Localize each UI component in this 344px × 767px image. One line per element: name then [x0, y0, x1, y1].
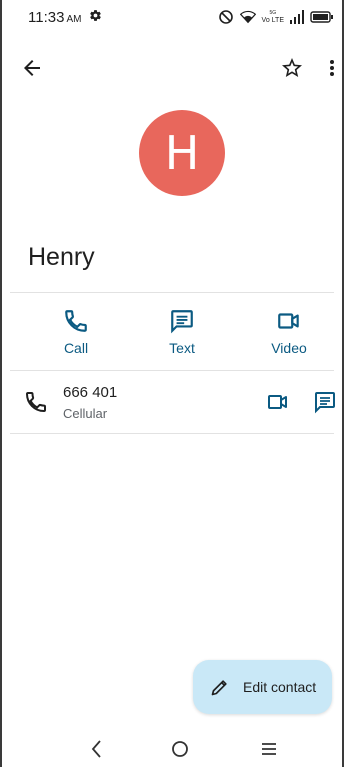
phone-type: Cellular — [63, 406, 108, 421]
nav-home-button[interactable] — [170, 739, 190, 759]
status-time-ampm: AM — [66, 13, 82, 25]
wifi-icon — [239, 10, 256, 24]
videocam-icon — [278, 313, 299, 329]
status-time: 11:33 AM — [28, 9, 81, 26]
call-action-button[interactable]: Call — [36, 308, 116, 356]
phone-icon — [65, 310, 87, 332]
video-action-label: Video — [271, 340, 307, 356]
message-icon — [171, 310, 193, 334]
network-label: Vo LTE — [261, 17, 284, 24]
phone-message-button[interactable] — [313, 390, 337, 414]
do-not-disturb-icon — [218, 9, 234, 25]
status-left: 11:33 AM — [28, 9, 102, 26]
text-action-button[interactable]: Text — [142, 308, 222, 356]
phone-entry-row[interactable]: 666 401 Cellular — [0, 372, 344, 432]
network-type-label: 5G Vo LTE — [262, 10, 284, 24]
avatar: H — [139, 110, 225, 196]
message-icon — [315, 392, 335, 414]
contact-name: Henry — [28, 243, 95, 271]
phone-icon — [25, 392, 46, 413]
more-options-button[interactable] — [322, 56, 342, 80]
app-bar — [0, 48, 344, 88]
pencil-icon — [211, 680, 227, 696]
nav-back-button[interactable] — [88, 738, 106, 760]
arrow-left-icon — [24, 60, 40, 76]
videocam-icon — [268, 395, 287, 409]
status-time-value: 11:33 — [28, 8, 65, 26]
favorite-button[interactable] — [280, 56, 304, 80]
star-outline-icon — [282, 58, 302, 77]
signal-icon — [290, 10, 304, 24]
phone-video-call-button[interactable] — [266, 390, 290, 414]
text-action-label: Text — [169, 340, 195, 356]
menu-lines-icon — [262, 743, 276, 755]
chevron-left-icon — [91, 740, 101, 758]
battery-icon — [310, 11, 334, 23]
nav-recents-button[interactable] — [259, 741, 279, 757]
status-bar: 11:33 AM 5G Vo LTE — [0, 0, 344, 34]
back-button[interactable] — [20, 56, 44, 80]
video-action-button[interactable]: Video — [249, 308, 329, 356]
divider-bottom — [10, 433, 334, 434]
circle-home-icon — [172, 741, 188, 757]
edit-contact-label: Edit contact — [243, 679, 317, 695]
settings-gear-icon — [89, 9, 102, 26]
call-action-label: Call — [63, 340, 89, 356]
phone-number: 666 401 — [63, 384, 118, 401]
network-speed: 5G — [269, 10, 277, 16]
divider-middle — [10, 370, 334, 371]
system-nav-bar — [0, 730, 344, 767]
status-right: 5G Vo LTE — [218, 9, 334, 25]
divider-top — [10, 292, 334, 293]
edit-contact-button[interactable]: Edit contact — [193, 660, 332, 714]
more-vert-icon — [330, 60, 334, 76]
